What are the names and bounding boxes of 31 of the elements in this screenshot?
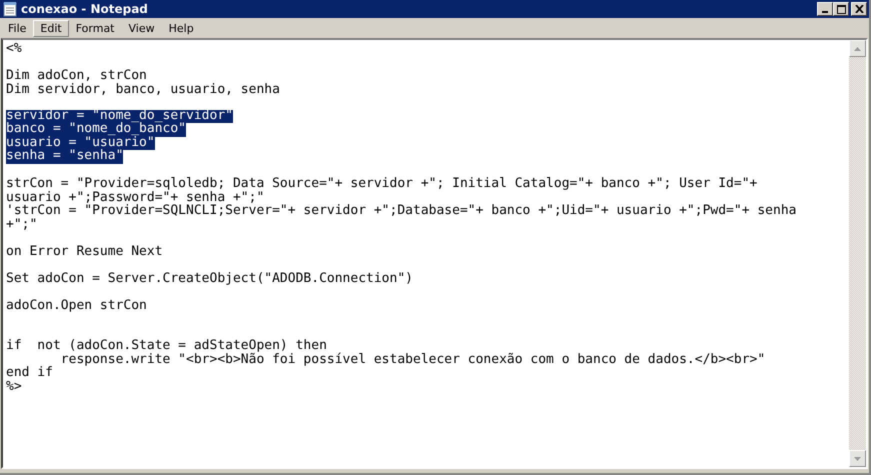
close-button[interactable]	[851, 2, 867, 16]
vertical-scrollbar[interactable]	[849, 40, 866, 467]
scroll-up-button[interactable]	[849, 40, 866, 57]
code-line: <%	[6, 41, 22, 56]
menu-item[interactable]: View	[122, 20, 162, 36]
code-line: %>	[6, 378, 22, 394]
code-line: Set adoCon = Server.CreateObject("ADODB.Connection")	[6, 270, 413, 286]
code-line: response.write "<br><b>Não foi possível estabelecer conexão com o banco de dados.</b><br>"	[60, 352, 766, 366]
code-line: 'strCon = "Provider=SQLNCLI;Server="+ servidor +";Database="+ banco +";Uid="+ usuario +";Pwd="+ senha	[6, 203, 796, 218]
code-line: end if	[6, 365, 53, 380]
menu-item[interactable]: File	[1, 20, 34, 36]
close-icon	[854, 5, 864, 13]
code-line: if not (adoCon.State = adStateOpen) then	[6, 338, 327, 353]
maximize-icon	[836, 4, 846, 14]
code-line: Dim servidor, banco, usuario, senha	[6, 82, 280, 96]
scroll-down-button[interactable]	[849, 450, 866, 467]
code-line: strCon = "Provider=sqloledb; Data Source="+ servidor +"; Initial Catalog="+ banco +"; User Id="+	[6, 176, 758, 191]
code-line: usuario +";Password="+ senha +";"	[6, 190, 264, 204]
maximize-button[interactable]	[833, 2, 849, 16]
menu-item[interactable]: Help	[162, 20, 201, 36]
code-line: +";"	[6, 216, 38, 232]
code-line: Dim adoCon, strCon	[6, 68, 147, 83]
notepad-icon	[2, 1, 18, 17]
window-title: conexao - Notepad	[21, 2, 149, 16]
down-arrow-icon	[854, 456, 861, 460]
up-arrow-icon	[854, 46, 861, 50]
menu-item[interactable]: Format	[68, 20, 122, 36]
code-line: on Error Resume Next	[6, 244, 163, 258]
code-line: adoCon.Open strCon	[6, 298, 147, 312]
menu-item[interactable]: Edit	[33, 20, 69, 36]
minimize-button[interactable]	[817, 2, 833, 16]
